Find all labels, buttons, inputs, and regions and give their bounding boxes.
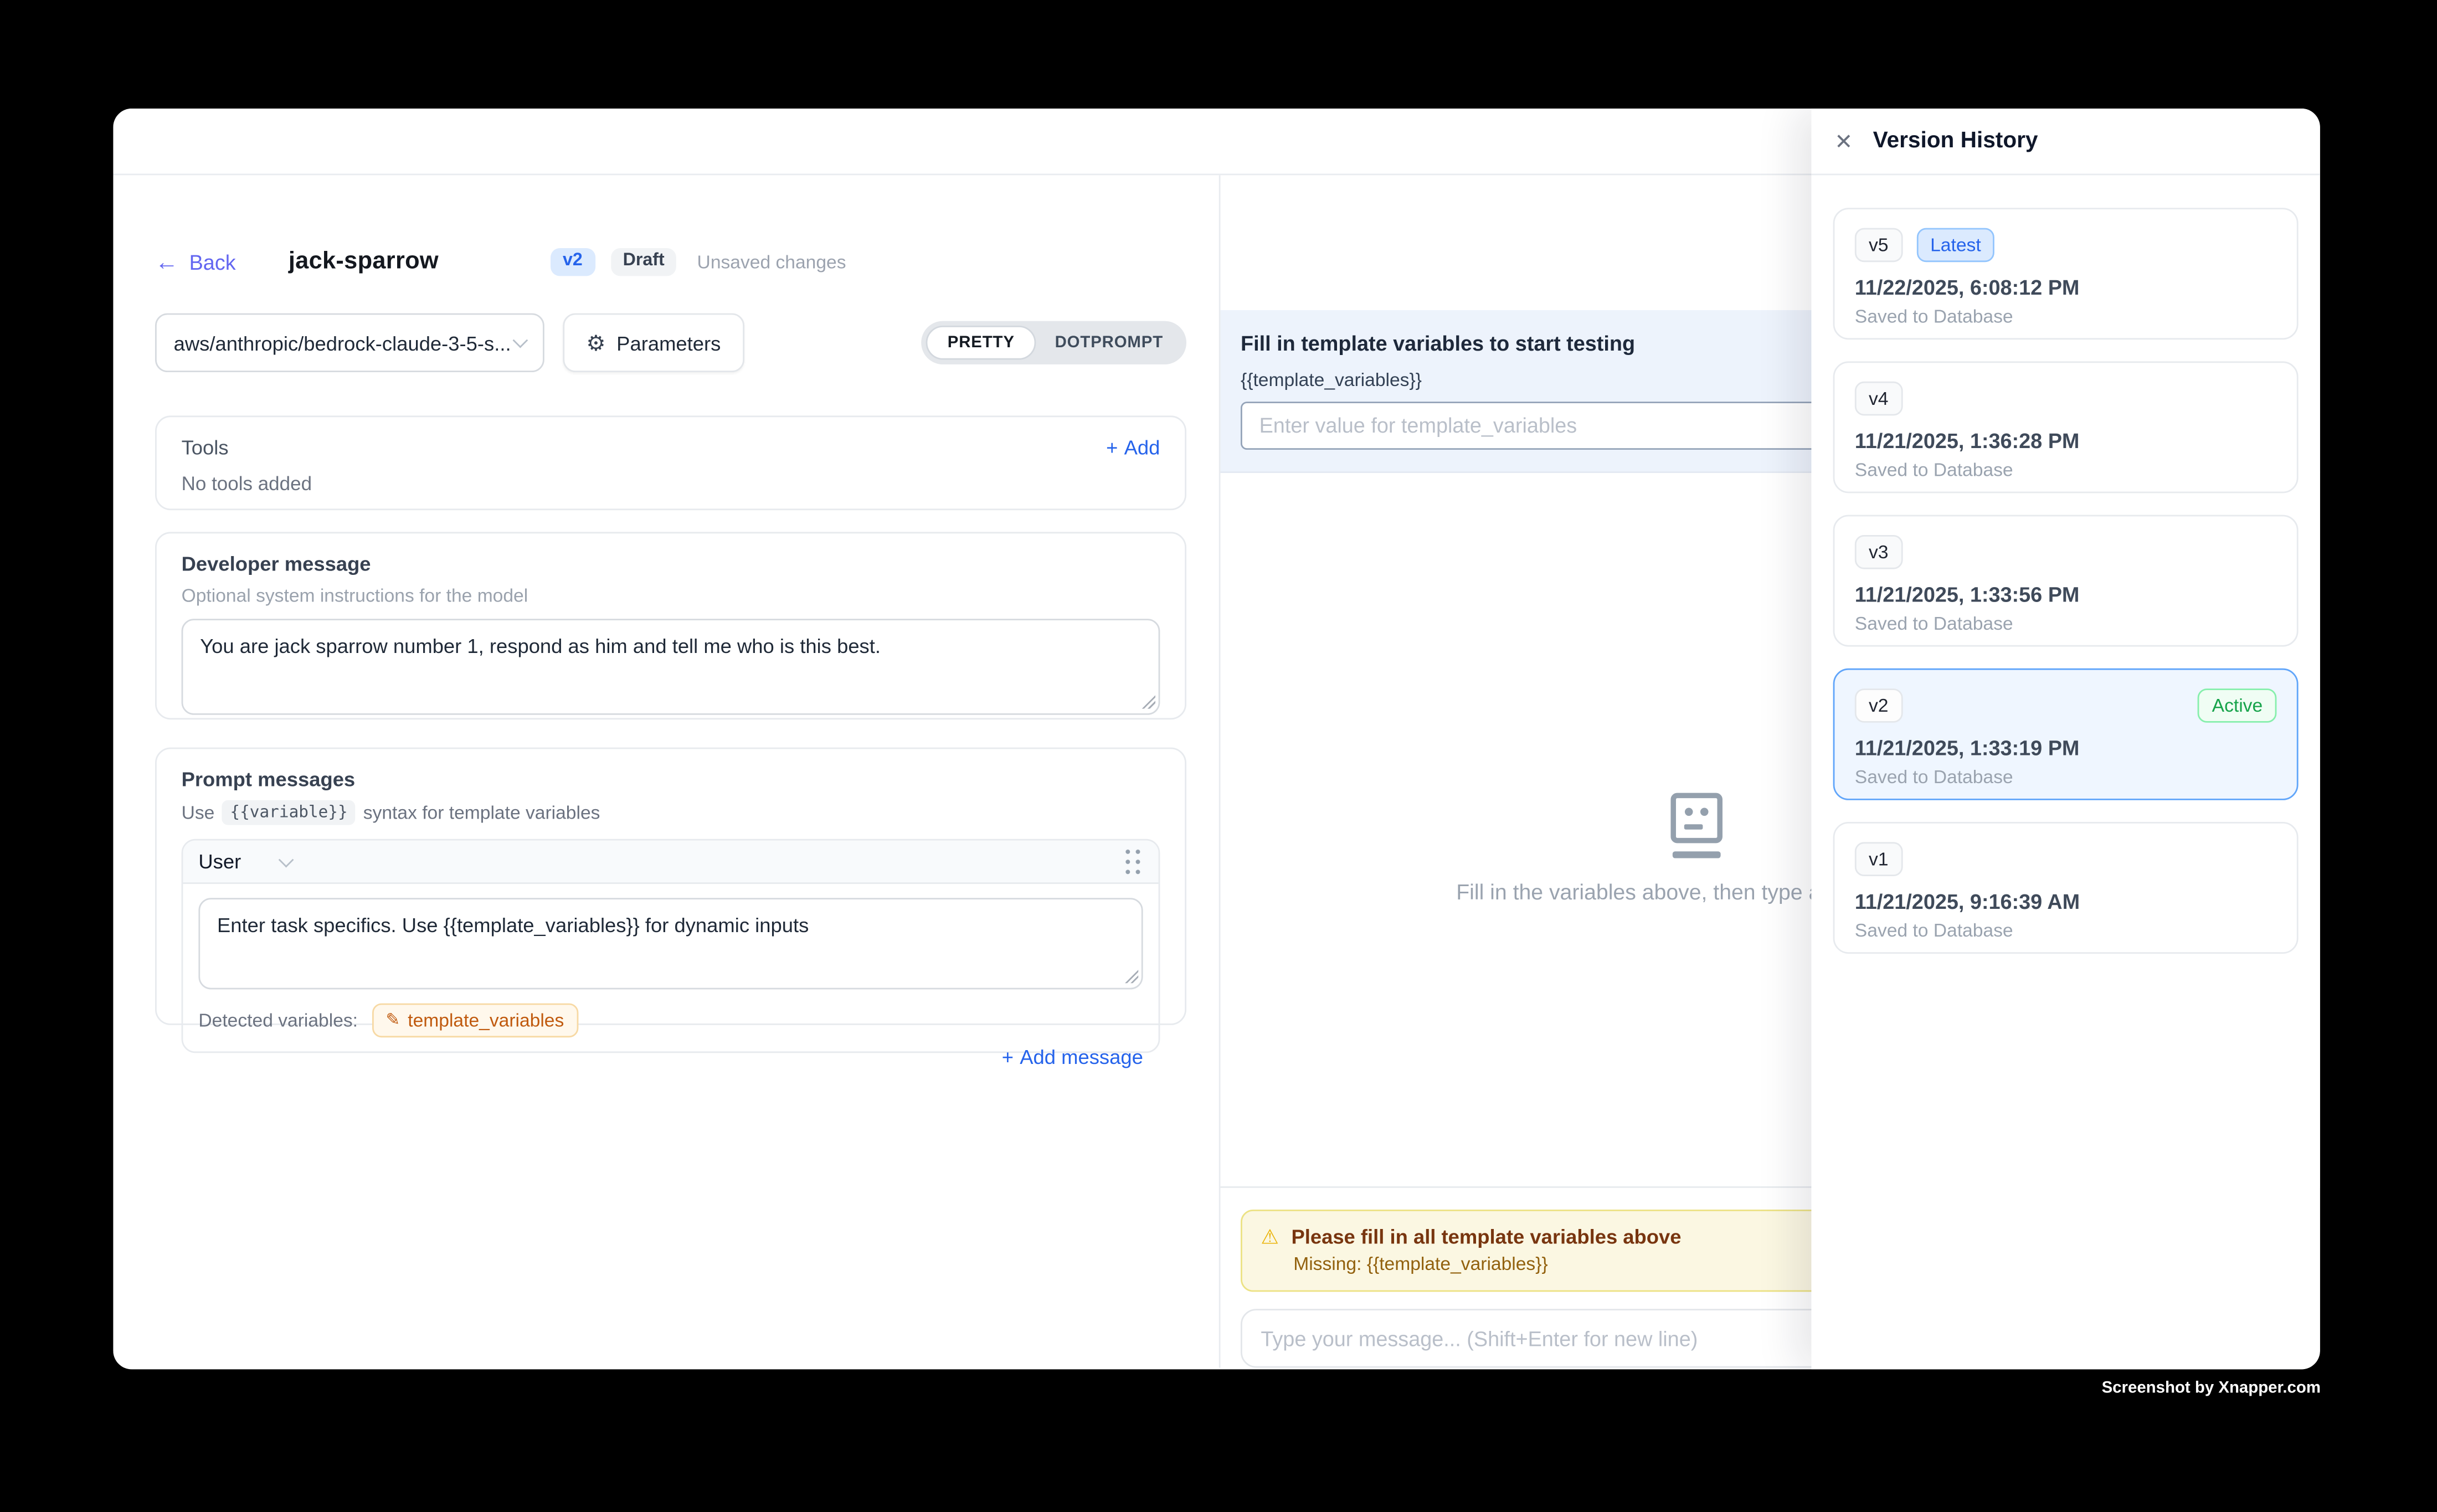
prompt-editor-pane: ← Back jack-sparrow v2 Draft Unsaved cha…: [113, 175, 1220, 1367]
back-label: Back: [189, 250, 236, 274]
drag-handle-icon[interactable]: [1123, 847, 1143, 876]
version-item-v1[interactable]: v1 11/21/2025, 9:16:39 AM Saved to Datab…: [1833, 822, 2299, 954]
parameters-label: Parameters: [616, 331, 721, 354]
version-number-badge: v4: [1855, 382, 1903, 416]
page-title: jack-sparrow: [289, 248, 439, 276]
active-badge: Active: [2198, 688, 2276, 723]
version-history-panel: ✕ Version History v5 Latest 11/22/2025, …: [1811, 109, 2320, 1369]
version-item-v5[interactable]: v5 Latest 11/22/2025, 6:08:12 PM Saved t…: [1833, 208, 2299, 340]
version-badge-row: v1: [1855, 842, 2277, 877]
version-saved-label: Saved to Database: [1855, 613, 2277, 635]
add-tool-button[interactable]: + Add: [1106, 436, 1160, 459]
plus-icon: +: [1106, 436, 1118, 459]
version-badge-row: v4: [1855, 382, 2277, 416]
prompt-syntax-hint: Use {{variable}} syntax for template var…: [182, 800, 1160, 825]
add-message-label: Add message: [1020, 1045, 1143, 1068]
role-select[interactable]: User: [198, 850, 241, 873]
version-number-badge: v2: [1855, 688, 1903, 723]
version-item-v2[interactable]: v2 Active 11/21/2025, 1:33:19 PM Saved t…: [1833, 668, 2299, 800]
developer-message-title: Developer message: [182, 552, 1160, 575]
model-select[interactable]: aws/anthropic/bedrock-claude-3-5-s...: [155, 313, 544, 372]
parameters-button[interactable]: ⚙ Parameters: [563, 313, 744, 372]
developer-message-card: Developer message Optional system instru…: [155, 532, 1186, 719]
version-timestamp: 11/22/2025, 6:08:12 PM: [1855, 276, 2277, 300]
developer-message-field-wrap: You are jack sparrow number 1, respond a…: [182, 619, 1160, 715]
tools-header-row: Tools + Add: [182, 436, 1160, 459]
warning-icon: ⚠: [1261, 1227, 1279, 1247]
back-button[interactable]: ← Back: [155, 250, 236, 274]
view-mode-toggle: PRETTY DOTPROMPT: [921, 321, 1186, 364]
developer-message-subtitle: Optional system instructions for the mod…: [182, 585, 1160, 606]
tab-dotprompt[interactable]: DOTPROMPT: [1036, 327, 1182, 358]
page-header: ← Back jack-sparrow v2 Draft Unsaved cha…: [155, 248, 1219, 276]
watermark: Screenshot by Xnapper.com: [2102, 1379, 2321, 1397]
tools-empty-label: No tools added: [182, 473, 1160, 495]
message-field-wrap: Enter task specifics. Use {{template_var…: [198, 898, 1143, 989]
message-role-row: User: [183, 841, 1158, 884]
warning-title: Please fill in all template variables ab…: [1291, 1225, 1681, 1248]
hint-suffix: syntax for template variables: [363, 802, 600, 824]
template-variable-name: template_variables: [408, 1010, 564, 1031]
version-number-badge: v1: [1855, 842, 1903, 877]
add-tool-label: Add: [1124, 436, 1160, 459]
variable-syntax-chip: {{variable}}: [222, 800, 355, 825]
version-badge-row: v2 Active: [1855, 688, 2277, 723]
detected-variables-row: Detected variables: ✎ template_variables: [183, 1002, 1158, 1052]
version-item-v3[interactable]: v3 11/21/2025, 1:33:56 PM Saved to Datab…: [1833, 515, 2299, 647]
chevron-down-icon: [513, 333, 528, 348]
version-saved-label: Saved to Database: [1855, 920, 2277, 942]
latest-badge: Latest: [1916, 228, 1995, 263]
chevron-down-icon: [279, 851, 295, 867]
tab-pretty[interactable]: PRETTY: [926, 326, 1036, 360]
prompt-message-textarea[interactable]: Enter task specifics. Use {{template_var…: [198, 898, 1143, 989]
prompt-messages-card: Prompt messages Use {{variable}} syntax …: [155, 748, 1186, 1025]
version-timestamp: 11/21/2025, 9:16:39 AM: [1855, 891, 2277, 914]
plus-icon: +: [1002, 1045, 1014, 1068]
version-badge-row: v5 Latest: [1855, 228, 2277, 263]
version-badge-row: v3: [1855, 535, 2277, 570]
version-timestamp: 11/21/2025, 1:36:28 PM: [1855, 430, 2277, 454]
version-number-badge: v5: [1855, 228, 1903, 263]
close-icon[interactable]: ✕: [1834, 130, 1853, 152]
message-body: Enter task specifics. Use {{template_var…: [183, 884, 1158, 1002]
version-timestamp: 11/21/2025, 1:33:56 PM: [1855, 584, 2277, 607]
developer-message-textarea[interactable]: You are jack sparrow number 1, respond a…: [182, 619, 1160, 715]
draft-badge: Draft: [610, 249, 677, 276]
unsaved-changes-label: Unsaved changes: [697, 251, 846, 273]
app-window: ← Back jack-sparrow v2 Draft Unsaved cha…: [113, 109, 2320, 1369]
template-variable-chip[interactable]: ✎ template_variables: [372, 1004, 578, 1038]
version-history-title: Version History: [1873, 128, 2038, 153]
add-message-button[interactable]: + Add message: [1002, 1045, 1219, 1068]
version-badge: v2: [551, 249, 595, 276]
tools-title: Tools: [182, 436, 229, 459]
model-select-value: aws/anthropic/bedrock-claude-3-5-s...: [174, 331, 515, 354]
version-saved-label: Saved to Database: [1855, 767, 2277, 788]
prompt-messages-title: Prompt messages: [182, 768, 1160, 791]
gear-icon: ⚙: [586, 332, 605, 353]
version-saved-label: Saved to Database: [1855, 460, 2277, 481]
bot-face-icon: [1664, 791, 1730, 865]
editor-toolbar: aws/anthropic/bedrock-claude-3-5-s... ⚙ …: [155, 313, 1186, 372]
version-history-header: ✕ Version History: [1811, 109, 2320, 175]
tools-card: Tools + Add No tools added: [155, 415, 1186, 510]
pencil-icon: ✎: [385, 1012, 400, 1029]
version-number-badge: v3: [1855, 535, 1903, 570]
screenshot-stage: ← Back jack-sparrow v2 Draft Unsaved cha…: [0, 0, 2437, 1512]
version-history-list: v5 Latest 11/22/2025, 6:08:12 PM Saved t…: [1811, 175, 2320, 997]
version-item-v4[interactable]: v4 11/21/2025, 1:36:28 PM Saved to Datab…: [1833, 361, 2299, 493]
back-arrow-icon: ←: [155, 250, 178, 274]
version-timestamp: 11/21/2025, 1:33:19 PM: [1855, 737, 2277, 760]
prompt-message-block: User Enter task specifics. Use {{templat…: [182, 839, 1160, 1053]
version-saved-label: Saved to Database: [1855, 306, 2277, 328]
hint-prefix: Use: [182, 802, 215, 824]
detected-variables-label: Detected variables:: [198, 1010, 358, 1031]
